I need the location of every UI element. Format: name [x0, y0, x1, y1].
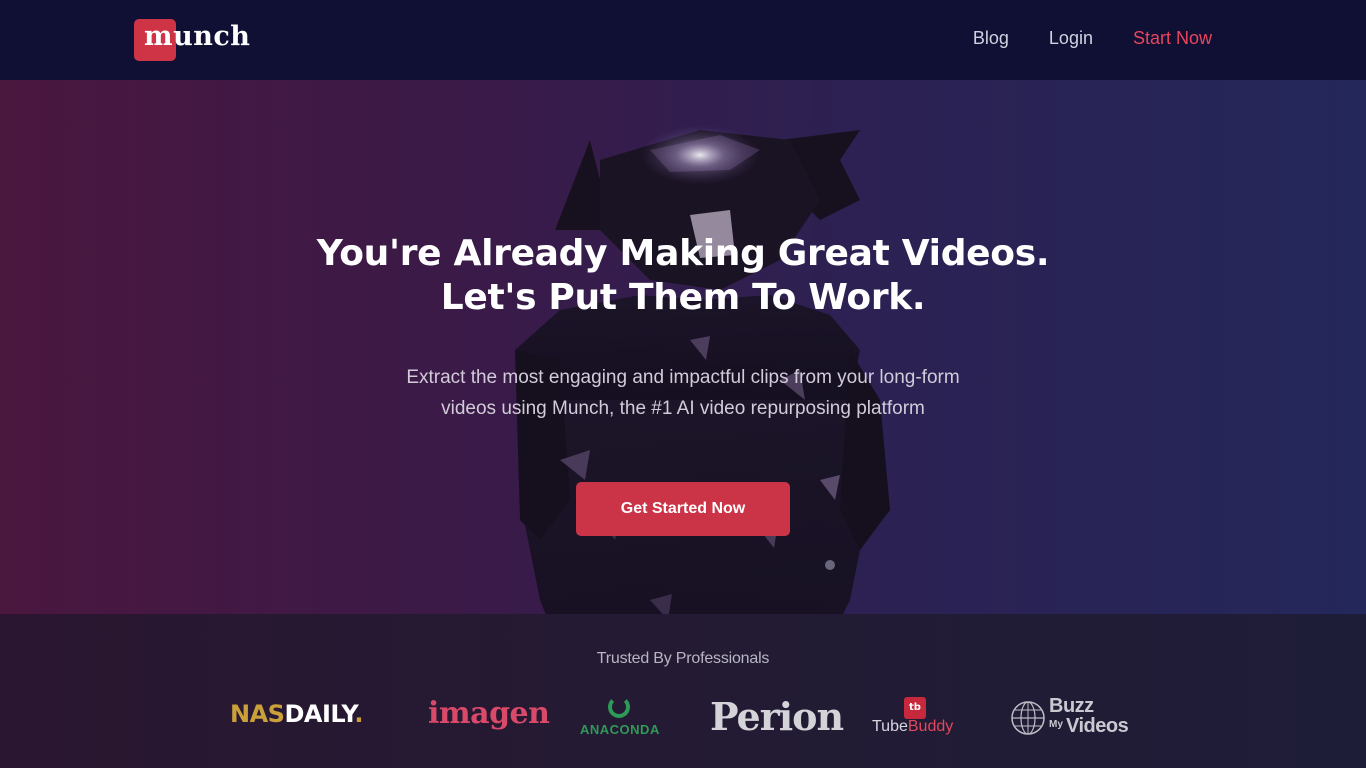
anaconda-logo: ANACONDA: [578, 694, 660, 740]
logo-text: munch: [144, 21, 251, 52]
trusted-by-title: Trusted By Professionals: [596, 650, 770, 667]
tubebuddy-part-2: Buddy: [907, 718, 954, 735]
nav-link-start-now[interactable]: Start Now: [1133, 28, 1212, 49]
anaconda-text: ANACONDA: [580, 722, 660, 737]
subheadline-line-1: Extract the most engaging and impactful …: [406, 367, 960, 388]
hero-headline: You're Already Making Great Videos. Let'…: [0, 232, 1366, 320]
headline-line-2: Let's Put Them To Work.: [440, 277, 926, 318]
nasdaily-dot: .: [354, 700, 363, 728]
nav-link-blog[interactable]: Blog: [973, 28, 1009, 49]
nav-link-login[interactable]: Login: [1049, 28, 1093, 49]
tubebuddy-logo: tb TubeBuddy: [872, 696, 964, 738]
perion-logo: Perion: [710, 694, 844, 739]
videos-text: Videos: [1066, 715, 1129, 737]
nasdaily-logo: NASDAILY.: [230, 700, 363, 728]
anaconda-ring-icon: [608, 696, 630, 718]
trusted-by-section: Trusted By Professionals NASDAILY. image…: [0, 614, 1366, 768]
tubebuddy-text: TubeBuddy: [872, 718, 953, 736]
globe-icon: [1011, 701, 1045, 735]
buzzmyvideos-logo: Buzz My Videos: [1010, 695, 1150, 740]
nav-links: Blog Login Start Now: [973, 28, 1212, 49]
nasdaily-part-1: NAS: [230, 700, 285, 728]
my-text: My: [1049, 719, 1063, 730]
tubebuddy-icon: tb: [904, 697, 926, 719]
imagen-logo: imagen: [428, 696, 550, 731]
hero-subheadline: Extract the most engaging and impactful …: [0, 362, 1366, 424]
hero-section: You're Already Making Great Videos. Let'…: [0, 80, 1366, 614]
top-navigation-bar: munch Blog Login Start Now: [0, 0, 1366, 80]
headline-line-1: You're Already Making Great Videos.: [316, 233, 1050, 274]
subheadline-line-2: videos using Munch, the #1 AI video repu…: [441, 398, 925, 419]
tubebuddy-part-1: Tube: [872, 718, 908, 735]
nasdaily-part-2: DAILY: [284, 700, 355, 728]
get-started-now-button[interactable]: Get Started Now: [576, 482, 790, 536]
